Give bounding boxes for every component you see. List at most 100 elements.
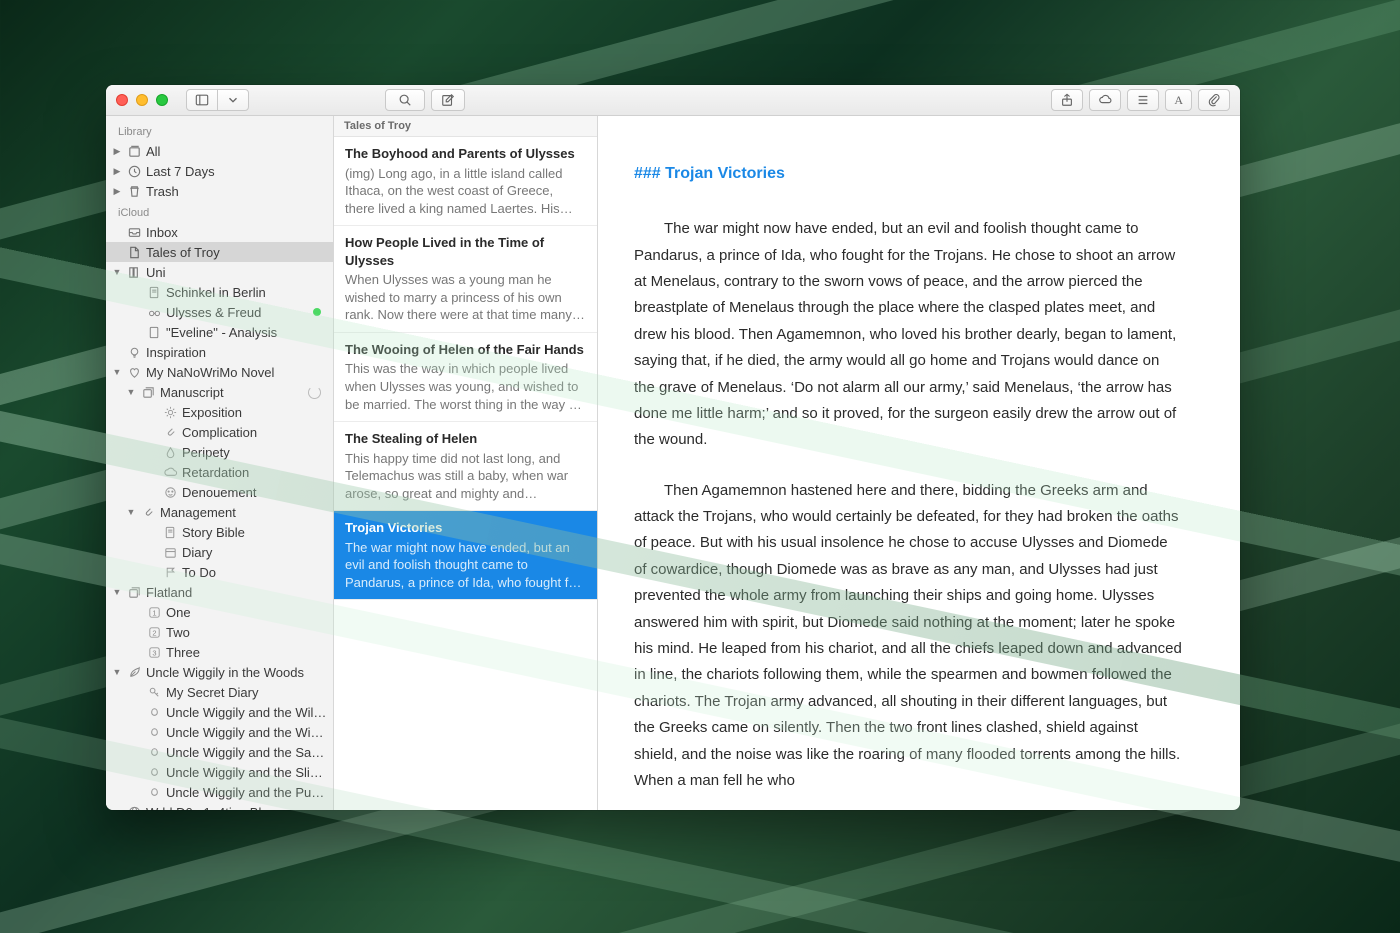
leaf-icon	[126, 664, 142, 680]
sidebar-item-eveline[interactable]: "Eveline" - Analysis	[106, 322, 333, 342]
sidebar-item-story-bible[interactable]: Story Bible	[106, 522, 333, 542]
note-title: How People Lived in the Time of Ulysses	[345, 234, 586, 269]
sidebar-item-flatland[interactable]: ▼ Flatland	[106, 582, 333, 602]
disclosure-triangle-icon[interactable]: ▶	[112, 186, 122, 197]
sidebar-item-all[interactable]: ▶ All	[106, 141, 333, 161]
sidebar-item-secret-diary[interactable]: My Secret Diary	[106, 682, 333, 702]
sidebar-item-sassafras[interactable]: Uncle Wiggily and the Sassafras	[106, 742, 333, 762]
sidebar-item-pulpit-jack[interactable]: Uncle Wiggily and the Pulpit-Jack	[106, 782, 333, 802]
disclosure-triangle-icon[interactable]: ▼	[112, 667, 122, 677]
note-list-item[interactable]: The Boyhood and Parents of Ulysses (img)…	[334, 137, 597, 226]
sidebar-item-diary[interactable]: Diary	[106, 542, 333, 562]
sidebar-item-denouement[interactable]: Denouement	[106, 482, 333, 502]
sidebar-item-management[interactable]: ▼ Management	[106, 502, 333, 522]
close-window-button[interactable]	[116, 94, 128, 106]
sidebar-item-label: Uncle Wiggily in the Woods	[146, 665, 327, 680]
new-sheet-button[interactable]	[431, 89, 465, 111]
disclosure-triangle-icon[interactable]: ▼	[126, 507, 136, 517]
editor-pane[interactable]: ### Trojan Victories The war might now h…	[598, 116, 1240, 810]
note-list-item[interactable]: How People Lived in the Time of Ulysses …	[334, 226, 597, 333]
sidebar-item-flatland-one[interactable]: 1 One	[106, 602, 333, 622]
sidebar-item-uni[interactable]: ▼ Uni	[106, 262, 333, 282]
sidebar-item-complication[interactable]: Complication	[106, 422, 333, 442]
note-list-item[interactable]: Trojan Victories The war might now have …	[334, 511, 597, 600]
outline-button[interactable]	[1127, 89, 1159, 111]
sidebar-item-todo[interactable]: To Do	[106, 562, 333, 582]
sidebar-section-library: Library	[106, 120, 333, 141]
minimize-window-button[interactable]	[136, 94, 148, 106]
note-list-item[interactable]: The Stealing of Helen This happy time di…	[334, 422, 597, 511]
typography-button[interactable]: A	[1165, 89, 1192, 111]
document-paragraph[interactable]: The war might now have ended, but an evi…	[634, 216, 1184, 454]
berry-icon	[146, 704, 162, 720]
sidebar-item-uncle-wiggily[interactable]: ▼ Uncle Wiggily in the Woods	[106, 662, 333, 682]
sidebar-item-blog[interactable]: Wrld D0m1n4tion Blog	[106, 802, 333, 810]
status-dot-icon	[313, 308, 321, 316]
note-list[interactable]: Tales of Troy The Boyhood and Parents of…	[334, 116, 598, 810]
sidebar-item-label: Two	[166, 625, 327, 640]
sidebar-item-label: Uncle Wiggily and the Wintergreen	[166, 725, 327, 740]
svg-text:2: 2	[152, 628, 156, 637]
window-controls	[116, 94, 168, 106]
sidebar-item-flatland-three[interactable]: 3 Three	[106, 642, 333, 662]
sidebar-item-retardation[interactable]: Retardation	[106, 462, 333, 482]
sidebar-item-exposition[interactable]: Exposition	[106, 402, 333, 422]
disclosure-triangle-icon[interactable]: ▼	[112, 267, 122, 277]
note-preview: When Ulysses was a young man he wished t…	[345, 271, 586, 324]
clock-icon	[126, 163, 142, 179]
note-title: Trojan Victories	[345, 519, 586, 537]
sidebar-item-slippery-elm[interactable]: Uncle Wiggily and the Slippery Elm	[106, 762, 333, 782]
search-button[interactable]	[385, 89, 425, 111]
note-list-item[interactable]: The Wooing of Helen of the Fair Hands Th…	[334, 333, 597, 422]
stack-icon	[126, 143, 142, 159]
sidebar-item-schinkel[interactable]: Schinkel in Berlin	[106, 282, 333, 302]
sidebar[interactable]: Library ▶ All ▶ Last 7 Days ▶ Trash iClo…	[106, 116, 334, 810]
chevron-down-icon	[226, 93, 240, 107]
sidebar-item-flatland-two[interactable]: 2 Two	[106, 622, 333, 642]
sidebar-icon	[195, 93, 209, 107]
sidebar-item-label: My Secret Diary	[166, 685, 327, 700]
document-paragraph[interactable]: Then Agamemnon hastened here and there, …	[634, 478, 1184, 795]
sidebar-item-tales-of-troy[interactable]: Tales of Troy	[106, 242, 333, 262]
attachments-button[interactable]	[1198, 89, 1230, 111]
globe-icon	[126, 804, 142, 810]
disclosure-triangle-icon[interactable]: ▼	[112, 587, 122, 597]
sidebar-item-wintergreen[interactable]: Uncle Wiggily and the Wintergreen	[106, 722, 333, 742]
disclosure-triangle-icon[interactable]: ▶	[112, 166, 122, 177]
sidebar-item-last-7-days[interactable]: ▶ Last 7 Days	[106, 161, 333, 181]
share-button[interactable]	[1051, 89, 1083, 111]
sidebar-item-label: Inspiration	[146, 345, 327, 360]
cloud-icon	[162, 464, 178, 480]
sidebar-item-label: Uncle Wiggily and the Sassafras	[166, 745, 327, 760]
calendar-icon	[162, 544, 178, 560]
sidebar-item-label: Uni	[146, 265, 327, 280]
sidebar-item-label: Peripety	[182, 445, 327, 460]
cloud-icon	[1098, 93, 1112, 107]
maximize-window-button[interactable]	[156, 94, 168, 106]
sidebar-item-inbox[interactable]: Inbox	[106, 222, 333, 242]
disclosure-triangle-icon[interactable]: ▼	[112, 367, 122, 377]
glasses-icon	[146, 304, 162, 320]
sidebar-toggle-control[interactable]	[186, 89, 249, 111]
sidebar-section-icloud: iCloud	[106, 201, 333, 222]
sidebar-item-peripety[interactable]: Peripety	[106, 442, 333, 462]
note-title: The Wooing of Helen of the Fair Hands	[345, 341, 586, 359]
sidebar-item-trash[interactable]: ▶ Trash	[106, 181, 333, 201]
sheet-icon	[146, 284, 162, 300]
sidebar-item-ulysses-freud[interactable]: Ulysses & Freud	[106, 302, 333, 322]
sidebar-item-willow[interactable]: Uncle Wiggily and the Willow Tree	[106, 702, 333, 722]
disclosure-triangle-icon[interactable]: ▶	[112, 146, 122, 157]
sidebar-item-label: Uncle Wiggily and the Pulpit-Jack	[166, 785, 327, 800]
sidebar-item-nanowrimo[interactable]: ▼ My NaNoWriMo Novel	[106, 362, 333, 382]
cloud-button[interactable]	[1089, 89, 1121, 111]
sidebar-item-label: Exposition	[182, 405, 327, 420]
sidebar-item-label: Denouement	[182, 485, 327, 500]
sidebar-item-manuscript[interactable]: ▼ Manuscript	[106, 382, 333, 402]
sidebar-item-label: Trash	[146, 184, 327, 199]
sidebar-item-inspiration[interactable]: Inspiration	[106, 342, 333, 362]
sidebar-item-label: Uncle Wiggily and the Slippery Elm	[166, 765, 327, 780]
disclosure-triangle-icon[interactable]: ▼	[126, 387, 136, 397]
note-preview: This was the way in which people lived w…	[345, 360, 586, 413]
note-preview: (img) Long ago, in a little island calle…	[345, 165, 586, 218]
document-heading[interactable]: ### Trojan Victories	[634, 160, 1184, 188]
